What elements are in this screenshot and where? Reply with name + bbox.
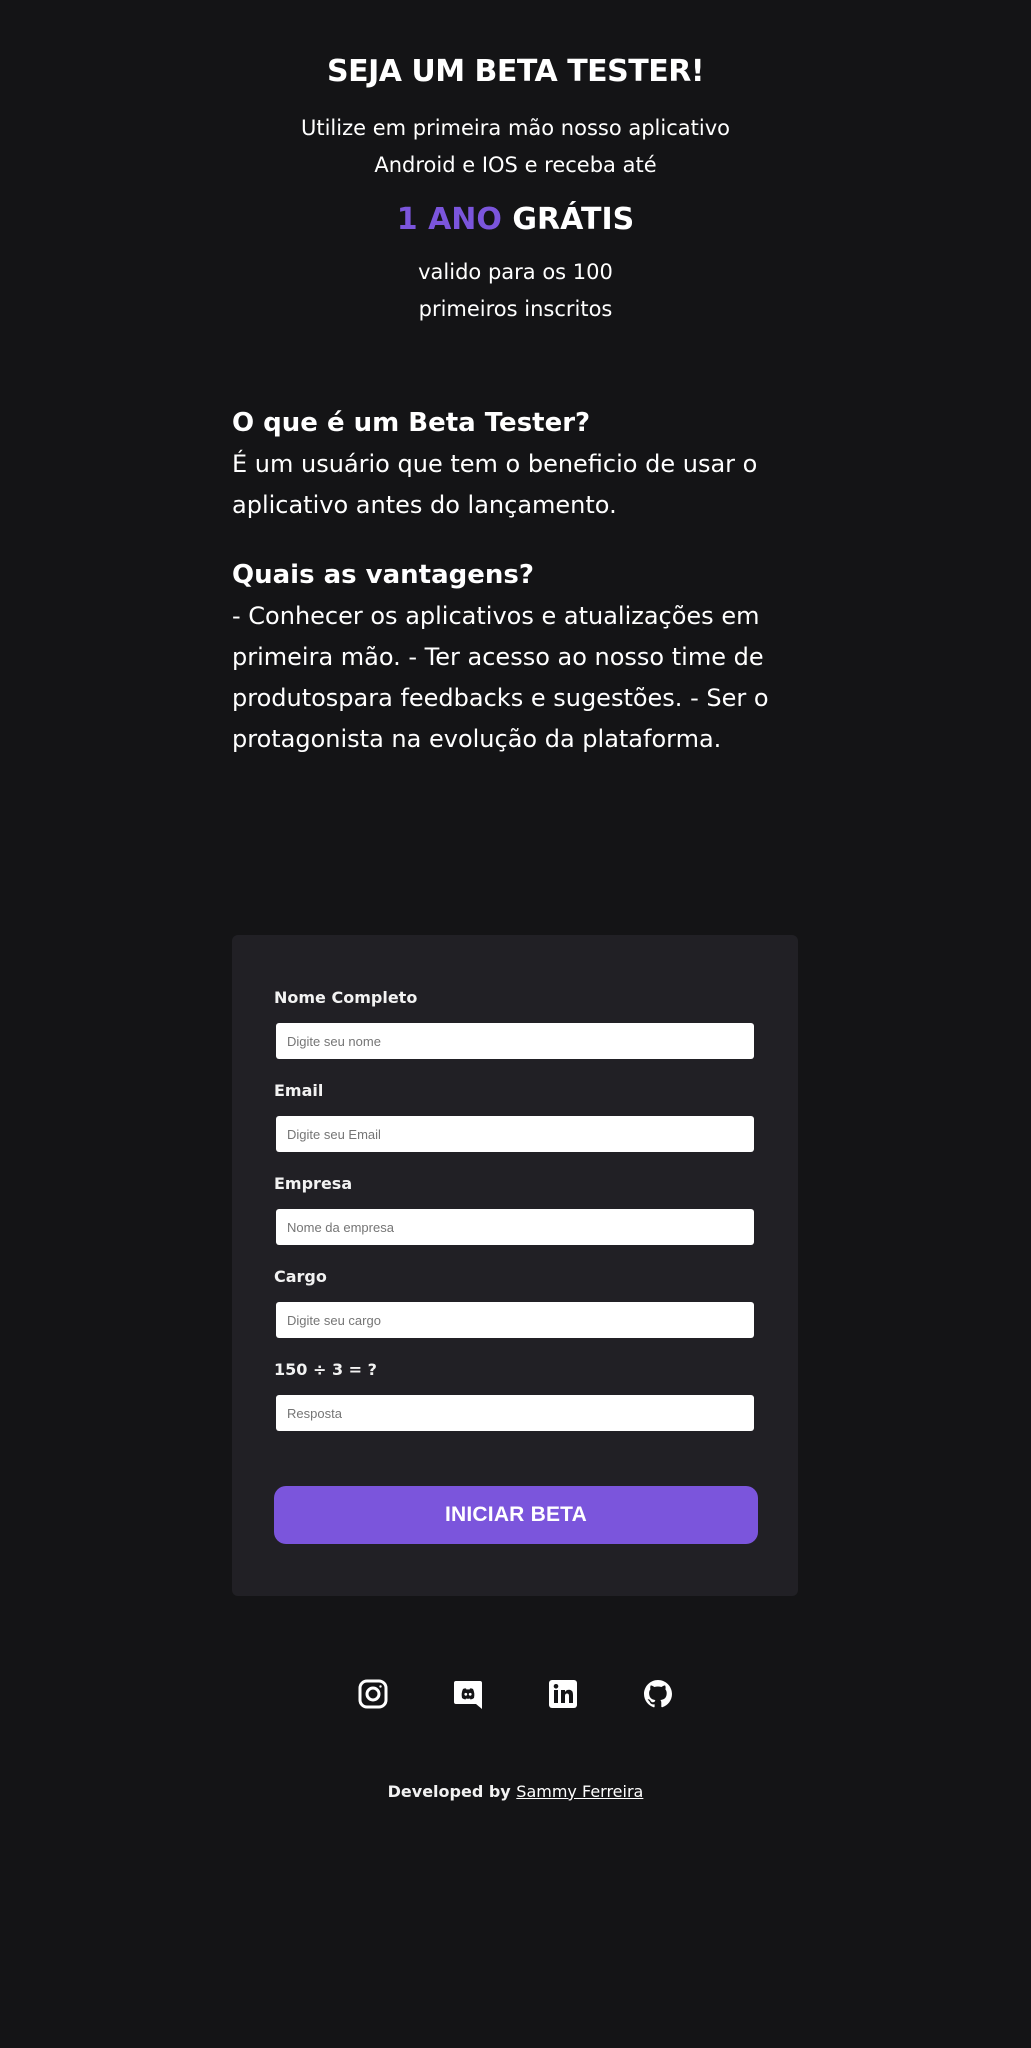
- email-input[interactable]: [276, 1116, 754, 1152]
- beta-signup-form: Nome Completo Email Empresa Cargo 150 ÷ …: [232, 935, 798, 1596]
- hero-subtitle-line2: Android e IOS e receba até: [374, 153, 657, 177]
- advantages-title: Quais as vantagens?: [232, 560, 534, 590]
- discord-icon: [454, 1681, 482, 1709]
- company-field-group: Empresa: [274, 1173, 754, 1245]
- advantages-text: - Conhecer os aplicativos e atualizações…: [232, 602, 769, 753]
- role-label: Cargo: [274, 1267, 327, 1286]
- hero-subtitle-line1: Utilize em primeira mão nosso aplicativo: [300, 116, 730, 140]
- captcha-field-group: 150 ÷ 3 = ?: [274, 1359, 754, 1431]
- discord-link[interactable]: [452, 1678, 484, 1710]
- name-input[interactable]: [276, 1023, 754, 1059]
- role-input[interactable]: [276, 1302, 754, 1338]
- promo-accent: 1 ANO: [396, 202, 502, 237]
- what-is-beta-text: É um usuário que tem o beneficio de usar…: [232, 450, 758, 519]
- hero-section: SEJA UM BETA TESTER! Utilize em primeira…: [0, 0, 1031, 328]
- email-label: Email: [274, 1081, 324, 1100]
- linkedin-link[interactable]: [547, 1678, 579, 1710]
- linkedin-icon: [549, 1680, 577, 1708]
- author-link[interactable]: Sammy Ferreira: [516, 1782, 643, 1801]
- social-links: [0, 1678, 1031, 1710]
- promo-rest: GRÁTIS: [501, 202, 635, 237]
- instagram-icon: [358, 1679, 388, 1709]
- name-label: Nome Completo: [274, 988, 418, 1007]
- role-field-group: Cargo: [274, 1266, 754, 1338]
- company-label: Empresa: [274, 1174, 353, 1193]
- captcha-label: 150 ÷ 3 = ?: [274, 1360, 377, 1379]
- email-field-group: Email: [274, 1080, 754, 1152]
- hero-subtitle: Utilize em primeira mão nosso aplicativo…: [236, 110, 796, 184]
- instagram-link[interactable]: [357, 1678, 389, 1710]
- name-field-group: Nome Completo: [274, 987, 754, 1059]
- promo-headline: 1 ANO GRÁTIS: [0, 200, 1031, 240]
- company-input[interactable]: [276, 1209, 754, 1245]
- github-icon: [644, 1680, 672, 1708]
- info-section: O que é um Beta Tester? É um usuário que…: [232, 404, 802, 760]
- what-is-beta-title: O que é um Beta Tester?: [232, 408, 591, 438]
- promo-note-line2: primeiros inscritos: [418, 297, 613, 321]
- promo-note: valido para os 100 primeiros inscritos: [316, 254, 716, 328]
- start-beta-button[interactable]: INICIAR BETA: [274, 1486, 758, 1544]
- footer: Developed by Sammy Ferreira: [0, 1782, 1031, 1801]
- github-link[interactable]: [642, 1678, 674, 1710]
- captcha-input[interactable]: [276, 1395, 754, 1431]
- promo-note-line1: valido para os 100: [418, 260, 613, 284]
- footer-prefix: Developed by: [387, 1782, 517, 1801]
- page-title: SEJA UM BETA TESTER!: [326, 54, 705, 89]
